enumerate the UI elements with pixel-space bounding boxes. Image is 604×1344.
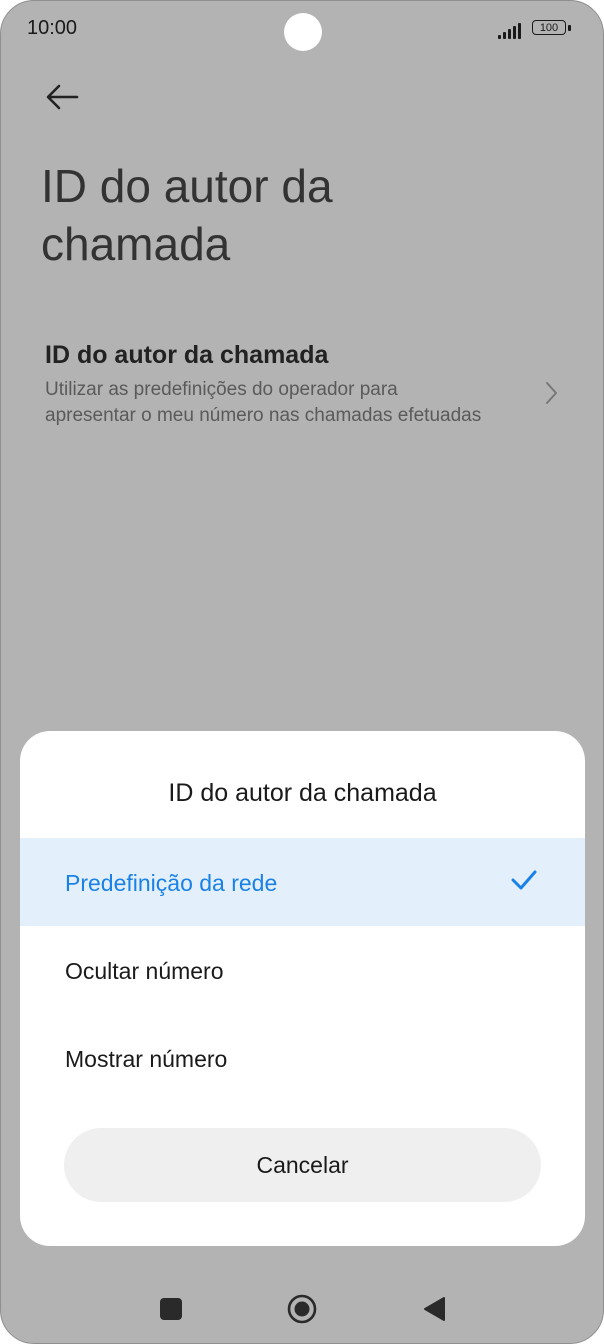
page-title: ID do autor da chamada: [41, 160, 333, 270]
back-button[interactable]: [43, 79, 83, 115]
checkmark-icon: [511, 870, 537, 890]
battery-icon: 100: [532, 20, 566, 35]
status-time: 10:00: [27, 17, 78, 39]
camera-cutout: [284, 13, 322, 51]
arrow-left-icon: [46, 84, 79, 110]
status-bar: 10:00 100: [1, 1, 603, 57]
caller-id-dialog: ID do autor da chamada Predefinição da r…: [20, 731, 585, 1246]
triangle-back-icon[interactable]: [422, 1295, 446, 1323]
option-label: Predefinição da rede: [65, 870, 278, 896]
option-network-default[interactable]: Predefinição da rede: [20, 838, 585, 926]
cancel-button[interactable]: Cancelar: [64, 1128, 541, 1202]
setting-title: ID do autor da chamada: [45, 341, 329, 369]
option-label: Mostrar número: [65, 1046, 228, 1072]
option-hide-number[interactable]: Ocultar número: [20, 926, 585, 1014]
signal-icon: [498, 21, 526, 39]
navigation-bar: [1, 1271, 603, 1343]
circle-icon[interactable]: [287, 1294, 317, 1324]
dialog-title: ID do autor da chamada: [168, 779, 437, 807]
square-icon[interactable]: [160, 1298, 182, 1320]
battery-tip: [568, 25, 571, 31]
phone-screen: 10:00 100 ID do autor da chamada ID do a…: [0, 0, 604, 1344]
option-show-number[interactable]: Mostrar número: [20, 1014, 585, 1102]
caller-id-setting-item[interactable]: ID do autor da chamada Utilizar as prede…: [1, 333, 603, 463]
chevron-right-icon: [546, 382, 557, 404]
setting-subtitle: Utilizar as predefinições do operador pa…: [45, 379, 482, 426]
option-label: Ocultar número: [65, 958, 224, 984]
